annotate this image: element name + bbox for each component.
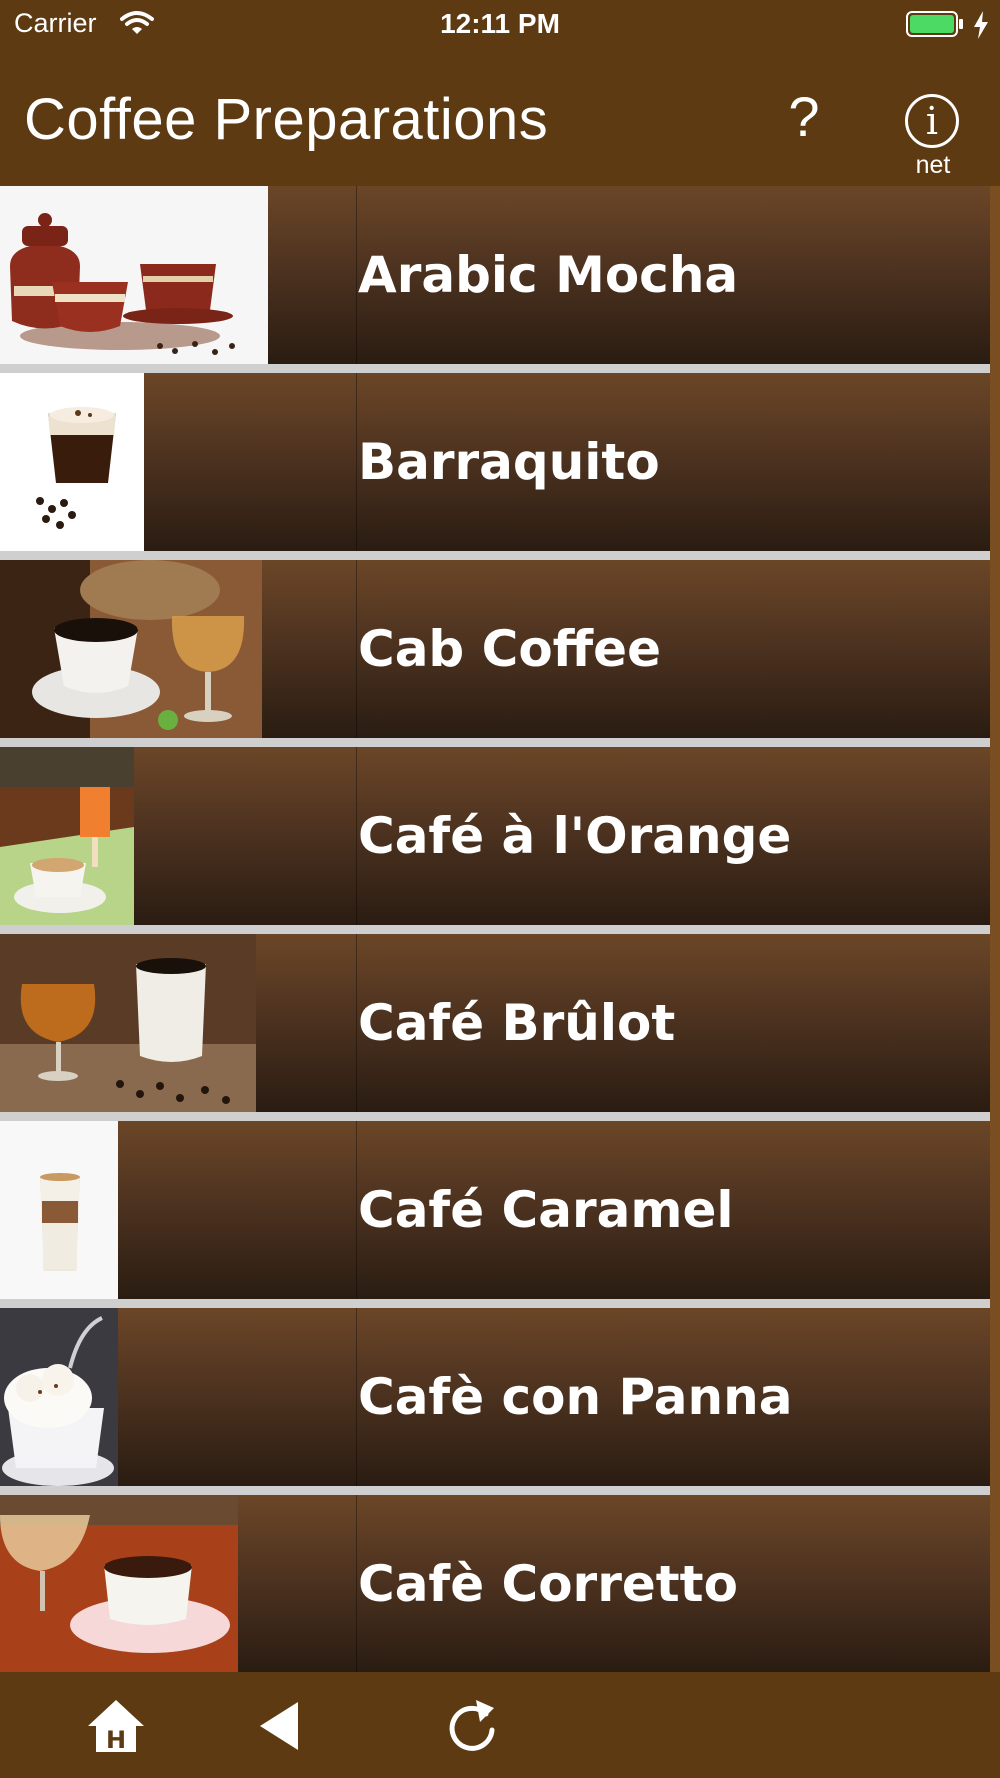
- bottom-toolbar: H: [0, 1672, 1000, 1778]
- list-item-label: Café à l'Orange: [358, 807, 792, 865]
- list-item[interactable]: Café Caramel: [0, 1121, 990, 1299]
- row-divider: [356, 747, 357, 925]
- status-bar: Carrier 12:11 PM: [0, 0, 1000, 50]
- list-item[interactable]: Café Brûlot: [0, 934, 990, 1112]
- coffee-pots-image: [0, 186, 268, 364]
- list-item-label: Café Brûlot: [358, 994, 676, 1052]
- list-item-label: Arabic Mocha: [358, 246, 739, 304]
- row-divider: [356, 1308, 357, 1486]
- row-divider: [356, 934, 357, 1112]
- row-divider: [356, 373, 357, 551]
- coffee-and-brandy-image: [0, 560, 262, 738]
- battery-icon: [906, 11, 963, 37]
- list-item[interactable]: Cafè Corretto: [0, 1495, 990, 1672]
- list-item[interactable]: Cafè con Panna: [0, 1308, 990, 1486]
- list-item[interactable]: Cab Coffee: [0, 560, 990, 738]
- svg-text:H: H: [106, 1726, 126, 1754]
- clock: 12:11 PM: [440, 8, 560, 39]
- help-button[interactable]: ?: [776, 82, 832, 152]
- row-divider: [356, 1495, 357, 1672]
- info-icon: i: [905, 94, 959, 148]
- row-divider: [356, 560, 357, 738]
- row-divider: [356, 186, 357, 364]
- nav-header: Coffee Preparations ? i net: [0, 50, 1000, 186]
- list-item-label: Barraquito: [358, 433, 660, 491]
- row-divider: [356, 1121, 357, 1299]
- info-button[interactable]: i net: [900, 94, 966, 179]
- scroll-track[interactable]: [990, 186, 1000, 1672]
- back-icon[interactable]: [248, 1694, 312, 1758]
- list-item-label: Cafè con Panna: [358, 1368, 793, 1426]
- charging-bolt-icon: [974, 11, 988, 39]
- cafe-orange-image: [0, 747, 134, 925]
- preparations-list[interactable]: Arabic Mocha Barraquito Cab Coffee Café …: [0, 186, 990, 1672]
- whipped-cream-cup-image: [0, 1308, 118, 1486]
- list-item-label: Cab Coffee: [358, 620, 662, 678]
- info-label: net: [915, 151, 951, 179]
- page-title: Coffee Preparations: [24, 87, 549, 152]
- list-item[interactable]: Barraquito: [0, 373, 990, 551]
- layered-glass-image: [0, 373, 144, 551]
- list-item[interactable]: Arabic Mocha: [0, 186, 990, 364]
- espresso-and-glass-image: [0, 1495, 238, 1672]
- refresh-icon[interactable]: [440, 1694, 504, 1758]
- list-item-label: Café Caramel: [358, 1181, 734, 1239]
- list-item-label: Cafè Corretto: [358, 1555, 738, 1613]
- brandy-and-mug-image: [0, 934, 256, 1112]
- latte-glass-image: [0, 1121, 118, 1299]
- home-icon[interactable]: H: [84, 1694, 148, 1758]
- list-item[interactable]: Café à l'Orange: [0, 747, 990, 925]
